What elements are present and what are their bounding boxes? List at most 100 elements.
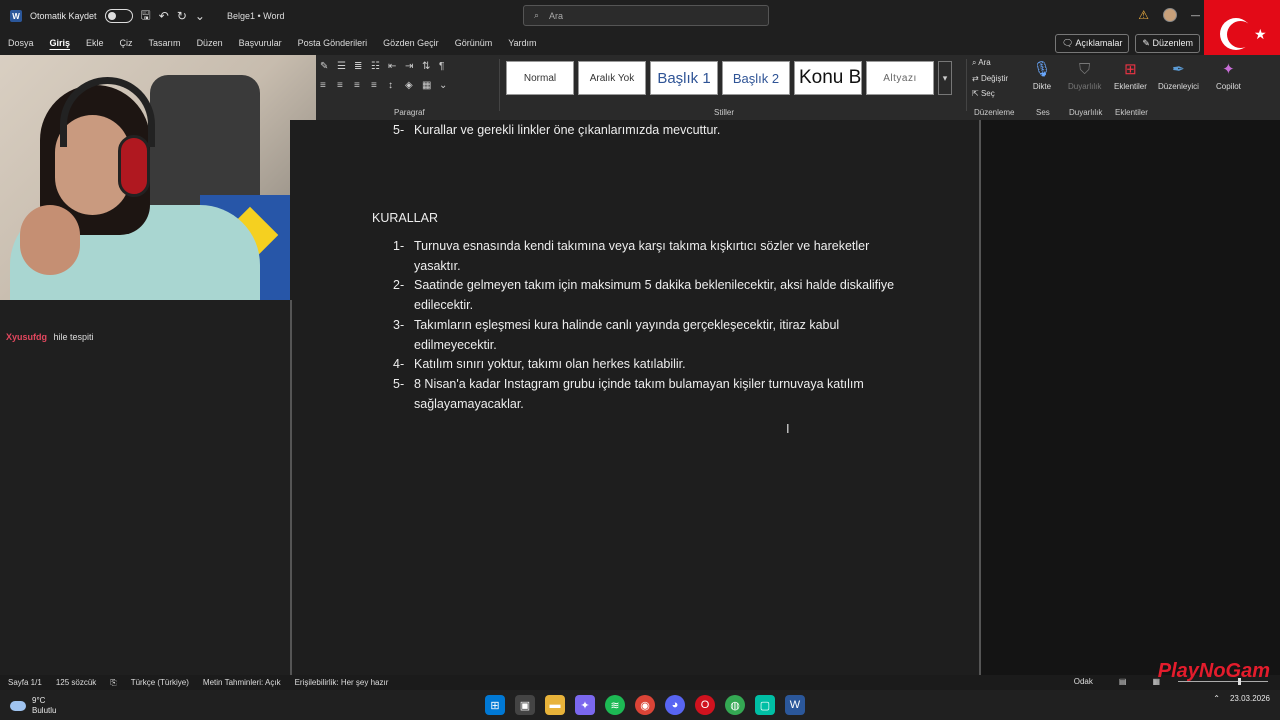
tab-5[interactable]: Düzen — [189, 38, 231, 48]
warning-icon[interactable]: ⚠ — [1138, 8, 1149, 22]
document-title: Belge1 • Word — [226, 11, 285, 21]
tab-8[interactable]: Gözden Geçir — [375, 38, 447, 48]
pilcrow-icon[interactable]: ¶ — [439, 61, 456, 72]
chrome-icon[interactable]: ◉ — [635, 695, 655, 715]
chevron-up-icon[interactable]: ⌃ — [1213, 694, 1220, 703]
tab-10[interactable]: Yardım — [500, 38, 544, 48]
group-editing: Düzenleme — [974, 108, 1015, 117]
accessibility-status[interactable]: Erişilebilirlik: Her şey hazır — [295, 678, 389, 687]
word-count[interactable]: 125 sözcük — [56, 678, 96, 687]
redo-icon[interactable]: ↻ — [177, 9, 187, 23]
undo-icon[interactable]: ↶ — [159, 9, 169, 23]
style-no-spacing[interactable]: Aralık Yok — [578, 61, 646, 95]
copilot-app-icon[interactable]: ✦ — [575, 695, 595, 715]
customize-qat-icon[interactable]: ⌄ — [195, 9, 205, 23]
decrease-indent-icon[interactable]: ⇤ — [388, 61, 405, 72]
text-predictions[interactable]: Metin Tahminleri: Açık — [203, 678, 281, 687]
rule-item[interactable]: 1- Turnuva esnasında kendi takımına veya… — [393, 237, 904, 277]
weather-widget[interactable]: 9°C Bulutlu — [10, 696, 56, 716]
sort-icon[interactable]: ⇅ — [422, 61, 439, 72]
text-cursor-icon: I — [786, 421, 790, 436]
borders-icon[interactable]: ▦ — [422, 80, 439, 91]
word-taskbar-icon[interactable]: W — [785, 695, 805, 715]
comments-button[interactable]: 🗨 Açıklamalar — [1054, 34, 1130, 53]
increase-indent-icon[interactable]: ⇥ — [405, 61, 422, 72]
focus-button[interactable]: Odak — [1074, 677, 1093, 686]
find-button[interactable]: ⌕ Ara — [972, 58, 1008, 68]
right-margin-area — [981, 120, 1280, 675]
numbering-icon[interactable]: ≣ — [354, 61, 371, 72]
editing-label: Düzenlem — [1152, 38, 1193, 48]
tab-0[interactable]: Dosya — [0, 38, 42, 48]
status-bar: Sayfa 1/1 125 sözcük ⎘ Türkçe (Türkiye) … — [0, 675, 1280, 690]
style-heading-1[interactable]: Başlık 1 — [650, 61, 718, 95]
rule-number: 1- — [393, 239, 405, 253]
read-mode-icon[interactable]: ▤ — [1119, 677, 1127, 686]
copilot-button[interactable]: ✦ Copilot — [1216, 59, 1241, 91]
search-box[interactable]: ⌕ Ara — [523, 5, 769, 26]
word-logo-icon: W — [10, 10, 22, 22]
rule-number: 5- — [393, 377, 405, 391]
styles-more-icon[interactable]: ▾ — [938, 61, 952, 95]
tab-9[interactable]: Görünüm — [447, 38, 501, 48]
align-center-icon[interactable]: ≡ — [337, 80, 354, 91]
section-heading[interactable]: KURALLAR — [372, 208, 438, 228]
tab-1[interactable]: Giriş — [42, 38, 79, 48]
tab-6[interactable]: Başvurular — [231, 38, 290, 48]
dictate-button[interactable]: 🎙 Dikte — [1032, 59, 1052, 91]
app-icon[interactable]: ▢ — [755, 695, 775, 715]
list-item[interactable]: 5- Kurallar ve gerekli linkler öne çıkan… — [393, 121, 904, 141]
date[interactable]: 23.03.2026 — [1230, 694, 1270, 703]
proofing-icon[interactable]: ⎘ — [110, 678, 116, 688]
comment-icon: 🗨 — [1061, 38, 1076, 48]
ribbon-tabs: Dosya Giriş Ekle Çiz Tasarım Düzen Başvurular P… — [0, 32, 1280, 54]
start-icon[interactable]: ⊞ — [485, 695, 505, 715]
rule-item[interactable]: 3- Takımların eşleşmesi kura halinde can… — [393, 316, 904, 356]
opera-icon[interactable]: O — [695, 695, 715, 715]
avatar[interactable] — [1163, 8, 1177, 22]
editing-mode-button[interactable]: ✎ Düzenlem — [1135, 34, 1200, 53]
addins-button[interactable]: ⊞ Eklentiler — [1114, 59, 1147, 91]
group-styles: Stiller — [714, 108, 735, 117]
rule-item[interactable]: 5- 8 Nisan'a kadar Instagram grubu içind… — [393, 375, 904, 415]
style-subtitle[interactable]: Altyazı — [866, 61, 934, 95]
group-voice: Ses — [1036, 108, 1050, 117]
addins-label: Eklentiler — [1114, 82, 1147, 91]
style-normal[interactable]: Normal — [506, 61, 574, 95]
file-explorer-icon[interactable]: ▬ — [545, 695, 565, 715]
align-right-icon[interactable]: ≡ — [354, 80, 371, 91]
tab-7[interactable]: Posta Gönderileri — [290, 38, 376, 48]
group-addins: Eklentiler — [1115, 108, 1148, 117]
select-button[interactable]: ⇱ Seç — [972, 89, 1008, 98]
page-count[interactable]: Sayfa 1/1 — [8, 678, 42, 687]
bullets-icon[interactable]: ☰ — [337, 61, 354, 72]
editor-button[interactable]: ✒ Düzenleyici — [1158, 59, 1199, 91]
language[interactable]: Türkçe (Türkiye) — [131, 678, 189, 687]
task-view-icon[interactable]: ▣ — [515, 695, 535, 715]
tab-3[interactable]: Çiz — [112, 38, 141, 48]
sensitivity-button[interactable]: ⛉ Duyarlılık — [1068, 59, 1101, 92]
discord-icon[interactable]: ◕ — [665, 695, 685, 715]
save-icon[interactable]: 🖫 — [141, 6, 151, 27]
align-left-icon[interactable]: ≡ — [320, 80, 337, 91]
justify-icon[interactable]: ≡ — [371, 80, 388, 91]
replace-button[interactable]: ⇄ Değiştir — [972, 74, 1008, 83]
expand-icon[interactable]: ⌄ — [439, 80, 456, 91]
rule-item[interactable]: 4- Katılım sınırı yoktur, takımı olan he… — [393, 355, 904, 375]
format-painter-icon[interactable]: ✎ — [320, 61, 337, 72]
minimize-icon[interactable]: — — [1191, 10, 1200, 20]
tab-4[interactable]: Tasarım — [141, 38, 189, 48]
multilevel-icon[interactable]: ☷ — [371, 61, 388, 72]
tab-2[interactable]: Ekle — [78, 38, 112, 48]
line-spacing-icon[interactable]: ↕ — [388, 80, 405, 91]
list-text: Kurallar ve gerekli linkler öne çıkanlar… — [414, 123, 721, 137]
browser-icon[interactable]: ◍ — [725, 695, 745, 715]
autosave-toggle[interactable] — [104, 9, 133, 23]
microphone-icon: 🎙 — [1032, 61, 1052, 78]
style-title[interactable]: Konu B — [794, 61, 862, 95]
shading-icon[interactable]: ◈ — [405, 80, 422, 91]
spotify-icon[interactable]: ≋ — [605, 695, 625, 715]
rule-item[interactable]: 2- Saatinde gelmeyen takım için maksimum… — [393, 276, 904, 316]
pen-icon: ✎ — [1142, 38, 1153, 48]
style-heading-2[interactable]: Başlık 2 — [722, 61, 790, 95]
